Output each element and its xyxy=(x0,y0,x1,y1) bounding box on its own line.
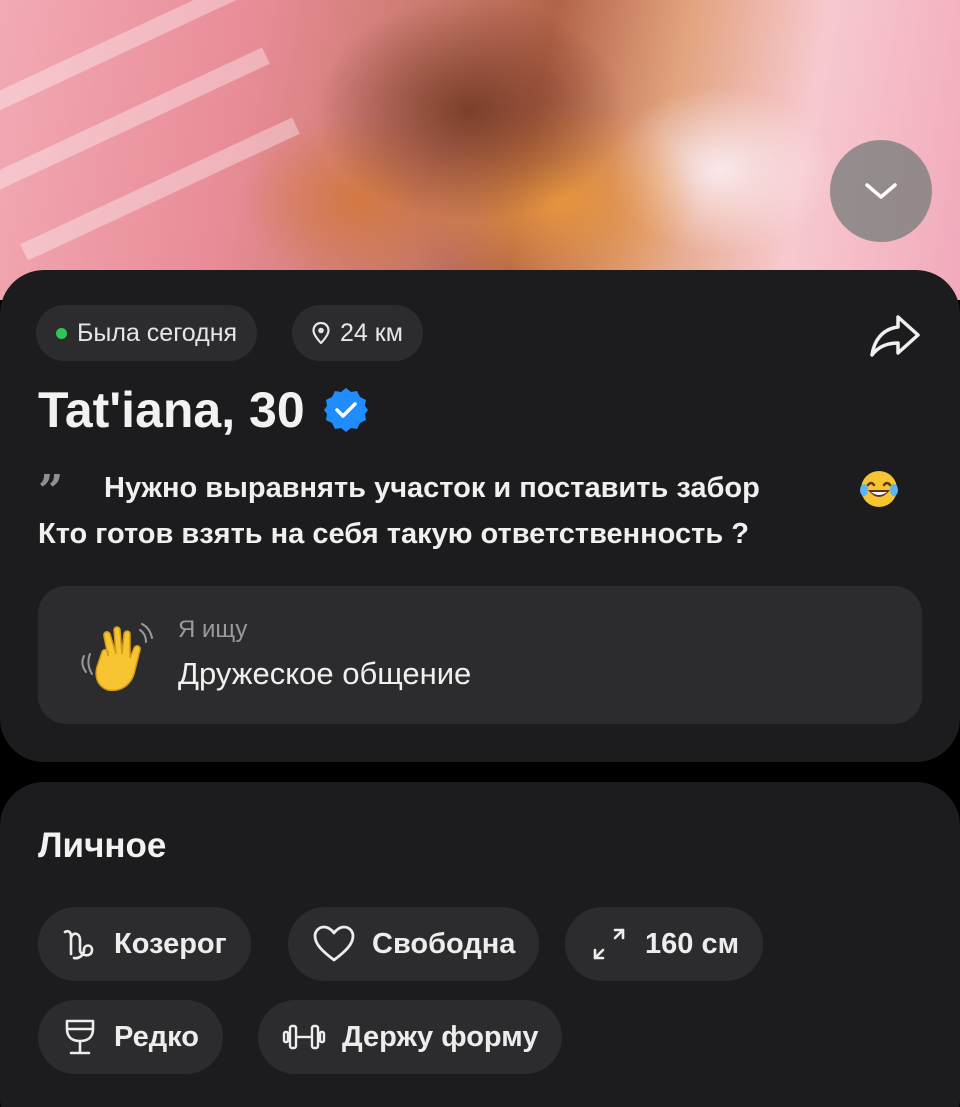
dumbbell-icon xyxy=(282,1024,326,1050)
status-text: Была сегодня xyxy=(77,318,238,347)
tag-alcohol: Редко xyxy=(38,1000,224,1074)
share-arrow-icon xyxy=(870,315,920,357)
distance-text: 24 км xyxy=(340,318,403,347)
height-arrows-icon xyxy=(593,928,625,960)
distance-chip: 24 км xyxy=(292,305,423,361)
bio-line-1: Нужно выравнять участок и поставить забо… xyxy=(104,472,760,504)
seeking-label: Я ищу xyxy=(178,616,248,643)
tag-sport: Держу форму xyxy=(258,1000,563,1074)
tag-label: Держу форму xyxy=(342,1020,539,1053)
seeking-value: Дружеское общение xyxy=(178,656,472,691)
tag-label: Свободна xyxy=(372,927,516,960)
share-button[interactable] xyxy=(868,311,922,359)
tag-zodiac: Козерог xyxy=(38,907,251,981)
tag-height: 160 см xyxy=(565,907,764,981)
quote-icon: ” xyxy=(38,466,64,517)
section-title-personal: Личное xyxy=(38,826,167,865)
tag-label: Редко xyxy=(114,1020,200,1053)
photo-light-stripe xyxy=(0,47,270,191)
waving-hand-emoji-icon xyxy=(81,623,153,692)
photo-light-stripe xyxy=(20,117,300,261)
laughing-tears-emoji-icon xyxy=(860,471,898,507)
seeking-box: Я ищу Дружеское общение xyxy=(38,586,922,724)
online-status-dot xyxy=(56,327,67,339)
location-pin-icon xyxy=(312,322,330,344)
photo-light-stripe xyxy=(0,0,250,121)
status-chip: Была сегодня xyxy=(36,305,258,361)
profile-photo[interactable] xyxy=(0,0,960,300)
name-row: Tat'iana, 30 xyxy=(38,378,369,442)
capricorn-icon xyxy=(63,929,94,960)
tag-label: 160 см xyxy=(645,927,740,960)
tag-relationship: Свободна xyxy=(288,907,540,981)
collapse-button[interactable] xyxy=(830,140,932,242)
profile-name-age: Tat'iana, 30 xyxy=(38,382,305,438)
chevron-down-icon xyxy=(865,183,897,199)
wine-glass-icon xyxy=(65,1019,95,1055)
verified-check-icon xyxy=(323,388,368,432)
bio-line-2: Кто готов взять на себя такую ответствен… xyxy=(38,518,749,550)
heart-icon xyxy=(313,925,355,962)
tag-label: Козерог xyxy=(114,927,227,960)
